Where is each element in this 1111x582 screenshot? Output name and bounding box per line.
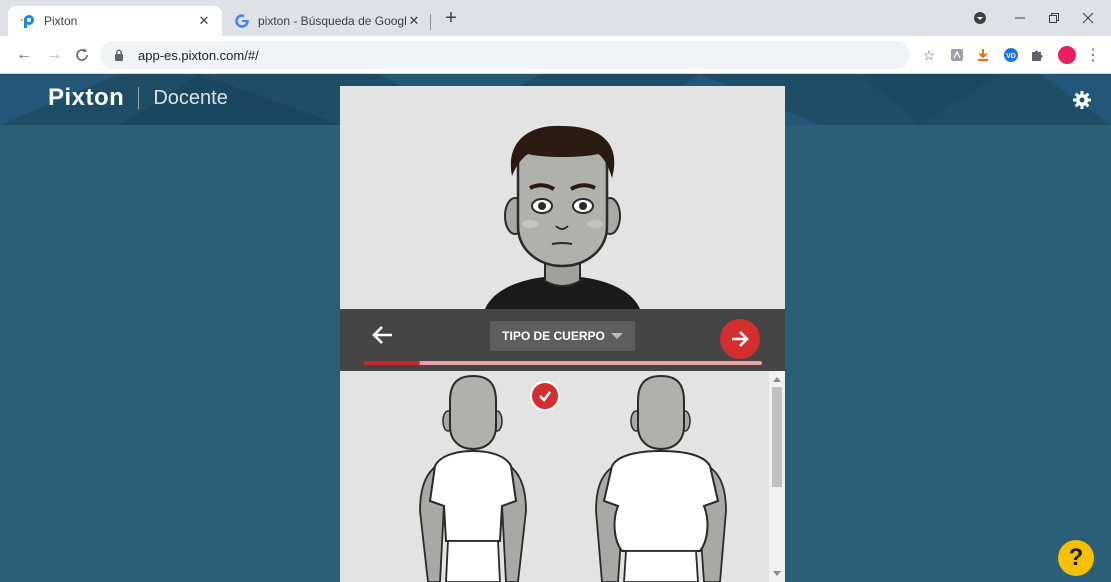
tab-title: Pixton (44, 14, 78, 28)
pixton-logo[interactable]: Pixton Docente (48, 84, 228, 112)
tab-google-search[interactable]: pixton - Búsqueda de Google ✕ (226, 6, 432, 36)
browser-menu-icon[interactable]: ⋮ (1084, 46, 1102, 64)
pdf-extension-icon[interactable] (948, 46, 966, 64)
close-window-icon[interactable] (1074, 6, 1102, 30)
character-portrait (340, 86, 785, 309)
browser-tab-bar: Pixton ✕ pixton - Búsqueda de Google ✕ + (0, 0, 1111, 36)
vd-extension-icon[interactable]: VD (1002, 46, 1020, 64)
body-type-option-heavy[interactable] (588, 371, 738, 582)
chevron-down-icon (610, 333, 623, 339)
browser-toolbar: ← → app-es.pixton.com/#/ ☆ VD ⋮ (0, 36, 1111, 74)
progress-bar (364, 361, 762, 365)
extensions-puzzle-icon[interactable] (1028, 46, 1046, 64)
forward-icon[interactable]: → (44, 45, 64, 65)
tab-separator (430, 14, 431, 30)
dropdown-label: TIPO DE CUERPO (502, 329, 605, 343)
editor-controls: TIPO DE CUERPO (340, 309, 785, 371)
close-tab-icon[interactable]: ✕ (406, 13, 422, 29)
google-favicon-icon (234, 13, 250, 29)
selected-check-icon (530, 381, 560, 411)
bookmark-star-icon[interactable]: ☆ (920, 46, 938, 64)
close-tab-icon[interactable]: ✕ (196, 13, 212, 29)
character-editor-modal: TIPO DE CUERPO (340, 86, 785, 582)
new-tab-button[interactable]: + (440, 8, 462, 30)
minimize-icon[interactable] (1006, 6, 1034, 30)
scrollbar-thumb[interactable] (772, 387, 782, 487)
tab-pixton[interactable]: Pixton ✕ (8, 6, 222, 36)
progress-fill (364, 361, 420, 365)
lock-icon (114, 48, 128, 62)
download-icon[interactable] (974, 46, 992, 64)
tab-title: pixton - Búsqueda de Google (258, 14, 406, 28)
pixton-favicon-icon (20, 13, 36, 29)
next-step-button[interactable] (720, 319, 760, 359)
back-icon[interactable]: ← (14, 45, 34, 65)
logo-divider (138, 87, 140, 109)
address-bar[interactable]: app-es.pixton.com/#/ (100, 41, 910, 69)
scroll-up-arrow-icon[interactable] (773, 377, 781, 382)
svg-text:VD: VD (1006, 53, 1016, 60)
arrow-right-icon (732, 331, 749, 347)
profile-menu-icon[interactable] (966, 6, 994, 30)
brand-name: Pixton (48, 84, 125, 111)
body-type-option-slim[interactable] (400, 371, 550, 582)
options-scrollbar[interactable] (769, 371, 785, 582)
url-text: app-es.pixton.com/#/ (138, 47, 259, 63)
scroll-down-arrow-icon[interactable] (773, 571, 781, 576)
body-type-dropdown[interactable]: TIPO DE CUERPO (490, 321, 635, 351)
gear-icon[interactable] (1072, 90, 1092, 110)
help-button[interactable]: ? (1058, 540, 1094, 576)
restore-icon[interactable] (1040, 6, 1068, 30)
reload-icon[interactable] (72, 45, 92, 65)
character-face-illustration (485, 125, 640, 309)
profile-avatar[interactable] (1058, 46, 1076, 64)
section-label: Docente (153, 86, 228, 109)
body-type-options (340, 371, 785, 582)
previous-step-arrow-icon[interactable] (370, 322, 396, 348)
